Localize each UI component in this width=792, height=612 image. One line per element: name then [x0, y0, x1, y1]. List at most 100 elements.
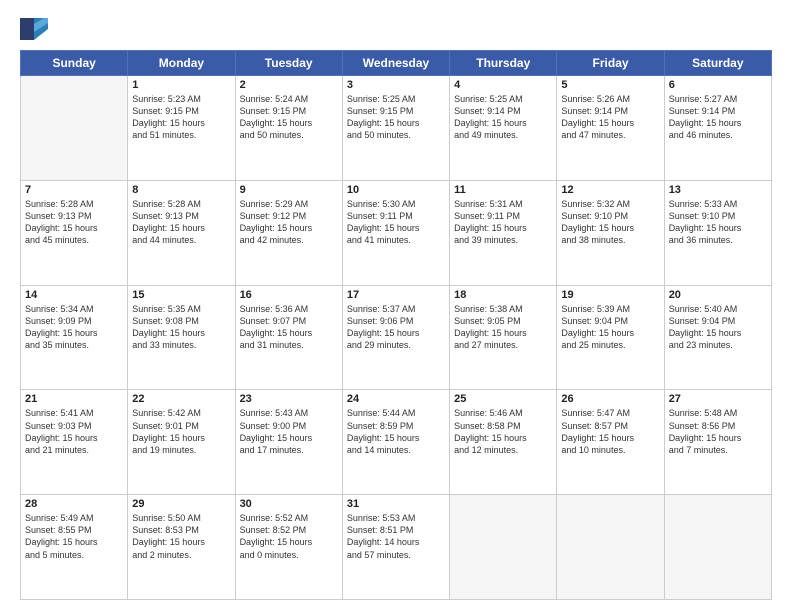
weekday-header: Sunday [21, 51, 128, 76]
day-number: 11 [454, 184, 552, 196]
weekday-header: Wednesday [342, 51, 449, 76]
cell-text: Sunrise: 5:31 AM Sunset: 9:11 PM Dayligh… [454, 198, 552, 247]
day-number: 4 [454, 79, 552, 91]
cell-text: Sunrise: 5:25 AM Sunset: 9:15 PM Dayligh… [347, 93, 445, 142]
calendar-cell: 17 Sunrise: 5:37 AM Sunset: 9:06 PM Dayli… [342, 285, 449, 390]
day-number: 21 [25, 393, 123, 405]
cell-text: Sunrise: 5:40 AM Sunset: 9:04 PM Dayligh… [669, 303, 767, 352]
cell-text: Sunrise: 5:35 AM Sunset: 9:08 PM Dayligh… [132, 303, 230, 352]
cell-text: Sunrise: 5:47 AM Sunset: 8:57 PM Dayligh… [561, 407, 659, 456]
day-number: 20 [669, 289, 767, 301]
page: SundayMondayTuesdayWednesdayThursdayFrid… [0, 0, 792, 612]
cell-text: Sunrise: 5:26 AM Sunset: 9:14 PM Dayligh… [561, 93, 659, 142]
cell-text: Sunrise: 5:42 AM Sunset: 9:01 PM Dayligh… [132, 407, 230, 456]
day-number: 18 [454, 289, 552, 301]
day-number: 25 [454, 393, 552, 405]
day-number: 13 [669, 184, 767, 196]
cell-text: Sunrise: 5:30 AM Sunset: 9:11 PM Dayligh… [347, 198, 445, 247]
calendar-cell: 20 Sunrise: 5:40 AM Sunset: 9:04 PM Dayli… [664, 285, 771, 390]
day-number: 9 [240, 184, 338, 196]
day-number: 31 [347, 498, 445, 510]
day-number: 7 [25, 184, 123, 196]
day-number: 5 [561, 79, 659, 91]
calendar-cell: 6 Sunrise: 5:27 AM Sunset: 9:14 PM Daylig… [664, 76, 771, 181]
calendar-cell: 22Sunrise: 5:42 AM Sunset: 9:01 PM Dayli… [128, 390, 235, 495]
calendar-cell: 1 Sunrise: 5:23 AM Sunset: 9:15 PM Daylig… [128, 76, 235, 181]
logo-icon [20, 18, 48, 40]
cell-text: Sunrise: 5:41 AM Sunset: 9:03 PM Dayligh… [25, 407, 123, 456]
weekday-header: Monday [128, 51, 235, 76]
cell-text: Sunrise: 5:48 AM Sunset: 8:56 PM Dayligh… [669, 407, 767, 456]
cell-text: Sunrise: 5:50 AM Sunset: 8:53 PM Dayligh… [132, 512, 230, 561]
calendar-cell: 30 Sunrise: 5:52 AM Sunset: 8:52 PM Dayli… [235, 495, 342, 600]
cell-text: Sunrise: 5:43 AM Sunset: 9:00 PM Dayligh… [240, 407, 338, 456]
calendar-cell: 4 Sunrise: 5:25 AM Sunset: 9:14 PM Daylig… [450, 76, 557, 181]
calendar-cell: 13 Sunrise: 5:33 AM Sunset: 9:10 PM Dayli… [664, 180, 771, 285]
cell-text: Sunrise: 5:53 AM Sunset: 8:51 PM Dayligh… [347, 512, 445, 561]
day-number: 30 [240, 498, 338, 510]
cell-text: Sunrise: 5:33 AM Sunset: 9:10 PM Dayligh… [669, 198, 767, 247]
day-number: 10 [347, 184, 445, 196]
cell-text: Sunrise: 5:28 AM Sunset: 9:13 PM Dayligh… [132, 198, 230, 247]
cell-text: Sunrise: 5:34 AM Sunset: 9:09 PM Dayligh… [25, 303, 123, 352]
calendar-cell: 27 Sunrise: 5:48 AM Sunset: 8:56 PM Dayli… [664, 390, 771, 495]
calendar-cell: 7 Sunrise: 5:28 AM Sunset: 9:13 PM Daylig… [21, 180, 128, 285]
calendar-cell [21, 76, 128, 181]
calendar-cell [664, 495, 771, 600]
cell-text: Sunrise: 5:44 AM Sunset: 8:59 PM Dayligh… [347, 407, 445, 456]
day-number: 6 [669, 79, 767, 91]
calendar-cell: 11 Sunrise: 5:31 AM Sunset: 9:11 PM Dayli… [450, 180, 557, 285]
day-number: 19 [561, 289, 659, 301]
calendar-cell: 15Sunrise: 5:35 AM Sunset: 9:08 PM Dayli… [128, 285, 235, 390]
day-number: 14 [25, 289, 123, 301]
calendar-week-row: 1 Sunrise: 5:23 AM Sunset: 9:15 PM Daylig… [21, 76, 772, 181]
cell-text: Sunrise: 5:38 AM Sunset: 9:05 PM Dayligh… [454, 303, 552, 352]
day-number: 3 [347, 79, 445, 91]
cell-text: Sunrise: 5:49 AM Sunset: 8:55 PM Dayligh… [25, 512, 123, 561]
cell-text: Sunrise: 5:23 AM Sunset: 9:15 PM Dayligh… [132, 93, 230, 142]
calendar-cell: 3 Sunrise: 5:25 AM Sunset: 9:15 PM Daylig… [342, 76, 449, 181]
cell-text: Sunrise: 5:36 AM Sunset: 9:07 PM Dayligh… [240, 303, 338, 352]
calendar-cell: 31 Sunrise: 5:53 AM Sunset: 8:51 PM Dayli… [342, 495, 449, 600]
day-number: 23 [240, 393, 338, 405]
calendar-cell: 2Sunrise: 5:24 AM Sunset: 9:15 PM Daylig… [235, 76, 342, 181]
cell-text: Sunrise: 5:29 AM Sunset: 9:12 PM Dayligh… [240, 198, 338, 247]
calendar-week-row: 21 Sunrise: 5:41 AM Sunset: 9:03 PM Dayli… [21, 390, 772, 495]
weekday-header: Thursday [450, 51, 557, 76]
header [20, 18, 772, 40]
calendar-cell: 18 Sunrise: 5:38 AM Sunset: 9:05 PM Dayli… [450, 285, 557, 390]
cell-text: Sunrise: 5:37 AM Sunset: 9:06 PM Dayligh… [347, 303, 445, 352]
calendar-cell: 26Sunrise: 5:47 AM Sunset: 8:57 PM Dayli… [557, 390, 664, 495]
day-number: 17 [347, 289, 445, 301]
day-number: 1 [132, 79, 230, 91]
calendar-cell: 19Sunrise: 5:39 AM Sunset: 9:04 PM Dayli… [557, 285, 664, 390]
calendar-cell: 8 Sunrise: 5:28 AM Sunset: 9:13 PM Daylig… [128, 180, 235, 285]
calendar-cell: 12Sunrise: 5:32 AM Sunset: 9:10 PM Dayli… [557, 180, 664, 285]
calendar-table: SundayMondayTuesdayWednesdayThursdayFrid… [20, 50, 772, 600]
cell-text: Sunrise: 5:27 AM Sunset: 9:14 PM Dayligh… [669, 93, 767, 142]
cell-text: Sunrise: 5:25 AM Sunset: 9:14 PM Dayligh… [454, 93, 552, 142]
day-number: 27 [669, 393, 767, 405]
calendar-cell: 5 Sunrise: 5:26 AM Sunset: 9:14 PM Daylig… [557, 76, 664, 181]
calendar-cell: 14 Sunrise: 5:34 AM Sunset: 9:09 PM Dayli… [21, 285, 128, 390]
calendar-cell [450, 495, 557, 600]
day-number: 24 [347, 393, 445, 405]
cell-text: Sunrise: 5:52 AM Sunset: 8:52 PM Dayligh… [240, 512, 338, 561]
logo [20, 18, 50, 40]
calendar-cell [557, 495, 664, 600]
weekday-header: Friday [557, 51, 664, 76]
calendar-cell: 23 Sunrise: 5:43 AM Sunset: 9:00 PM Dayli… [235, 390, 342, 495]
calendar-cell: 21 Sunrise: 5:41 AM Sunset: 9:03 PM Dayli… [21, 390, 128, 495]
calendar-header-row: SundayMondayTuesdayWednesdayThursdayFrid… [21, 51, 772, 76]
calendar-cell: 9 Sunrise: 5:29 AM Sunset: 9:12 PM Daylig… [235, 180, 342, 285]
day-number: 28 [25, 498, 123, 510]
day-number: 16 [240, 289, 338, 301]
calendar-cell: 28 Sunrise: 5:49 AM Sunset: 8:55 PM Dayli… [21, 495, 128, 600]
calendar-cell: 10 Sunrise: 5:30 AM Sunset: 9:11 PM Dayli… [342, 180, 449, 285]
cell-text: Sunrise: 5:28 AM Sunset: 9:13 PM Dayligh… [25, 198, 123, 247]
calendar-cell: 25Sunrise: 5:46 AM Sunset: 8:58 PM Dayli… [450, 390, 557, 495]
day-number: 2 [240, 79, 338, 91]
cell-text: Sunrise: 5:32 AM Sunset: 9:10 PM Dayligh… [561, 198, 659, 247]
calendar-cell: 29Sunrise: 5:50 AM Sunset: 8:53 PM Dayli… [128, 495, 235, 600]
day-number: 8 [132, 184, 230, 196]
